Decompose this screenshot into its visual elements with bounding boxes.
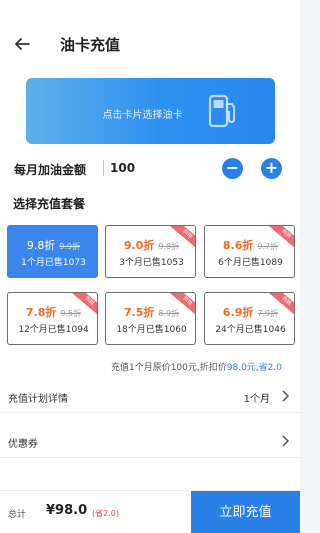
summary-save: 省2.0 — [258, 363, 282, 373]
chevron-right-icon — [282, 435, 290, 447]
minus-icon: − — [225, 158, 240, 177]
price-summary: 充值1个月原价100元,折扣价98.0元,省2.0 — [111, 360, 282, 373]
total-amount: ¥98.0 — [46, 503, 88, 518]
plan-details-row[interactable]: 充值计划详情 1个月 — [0, 379, 300, 413]
package-sold: 12个月已售1094 — [18, 325, 89, 335]
package-discount: 8.6折 — [222, 239, 254, 252]
amount-row: 每月加油金额 100 − + — [0, 156, 300, 182]
chevron-right-icon — [282, 390, 290, 402]
increase-button[interactable]: + — [261, 158, 282, 179]
amount-value[interactable]: 100 — [110, 161, 135, 175]
package-original: 7.9折 — [257, 309, 279, 318]
package-discount: 9.8折 — [26, 239, 56, 252]
coupon-label: 优惠券 — [8, 439, 38, 450]
package-sold: 6个月已售1089 — [218, 258, 283, 268]
package-discount: 9.0折 — [123, 239, 155, 252]
package-option-5[interactable]: 7.5折 8.9折 18个月已售1060 热销 — [105, 292, 196, 345]
plus-icon: + — [264, 158, 279, 177]
decrease-button[interactable]: − — [222, 158, 243, 179]
app-header: 油卡充值 — [0, 0, 300, 66]
summary-text: 充值1个月原价100元,折扣价 — [110, 363, 227, 373]
package-original: 9.9折 — [59, 242, 81, 251]
package-original: 9.8折 — [158, 242, 180, 251]
package-discount: 7.5折 — [123, 306, 155, 319]
total-label: 总计 — [8, 510, 27, 520]
package-sold: 18个月已售1060 — [116, 325, 187, 335]
arrow-left-icon — [15, 38, 30, 50]
amount-label: 每月加油金额 — [14, 163, 87, 177]
total-saving: (省2.0) — [92, 509, 119, 518]
package-sold: 1个月已售1073 — [21, 258, 86, 268]
package-discount: 6.9折 — [222, 306, 254, 319]
summary-price: 98.0元 — [226, 363, 256, 373]
plan-label: 充值计划详情 — [8, 394, 68, 405]
select-card-banner[interactable]: 点击卡片选择油卡 — [26, 78, 275, 144]
recharge-now-button[interactable]: 立即充值 — [191, 491, 300, 533]
package-sold: 3个月已售1053 — [119, 258, 184, 268]
package-original: 8.9折 — [158, 309, 180, 318]
package-original: 9.5折 — [60, 309, 82, 318]
package-option-1[interactable]: 9.8折 9.9折 1个月已售1073 — [7, 225, 98, 278]
fuel-pump-icon — [208, 94, 235, 128]
divider — [103, 160, 104, 176]
package-option-6[interactable]: 6.9折 7.9折 24个月已售1046 热销 — [204, 292, 295, 345]
coupon-row[interactable]: 优惠券 — [0, 424, 300, 458]
package-option-4[interactable]: 7.8折 9.5折 12个月已售1094 热销 — [7, 292, 98, 345]
package-sold: 24个月已售1046 — [215, 325, 286, 335]
package-original: 9.7折 — [257, 242, 279, 251]
checkout-bar: 总计 ¥98.0 (省2.0) 立即充值 — [0, 490, 300, 533]
main-content: 点击卡片选择油卡 每月加油金额 100 − + 选择充值套餐 9.8折 9.9折 … — [0, 66, 300, 490]
package-option-2[interactable]: 9.0折 9.8折 3个月已售1053 热销 — [105, 225, 196, 278]
plan-value: 1个月 — [243, 394, 270, 405]
package-section-title: 选择充值套餐 — [13, 197, 86, 211]
page-title: 油卡充值 — [60, 36, 121, 54]
back-button[interactable] — [10, 32, 34, 56]
package-option-3[interactable]: 8.6折 9.7折 6个月已售1089 热销 — [204, 225, 295, 278]
package-discount: 7.8折 — [25, 306, 57, 319]
